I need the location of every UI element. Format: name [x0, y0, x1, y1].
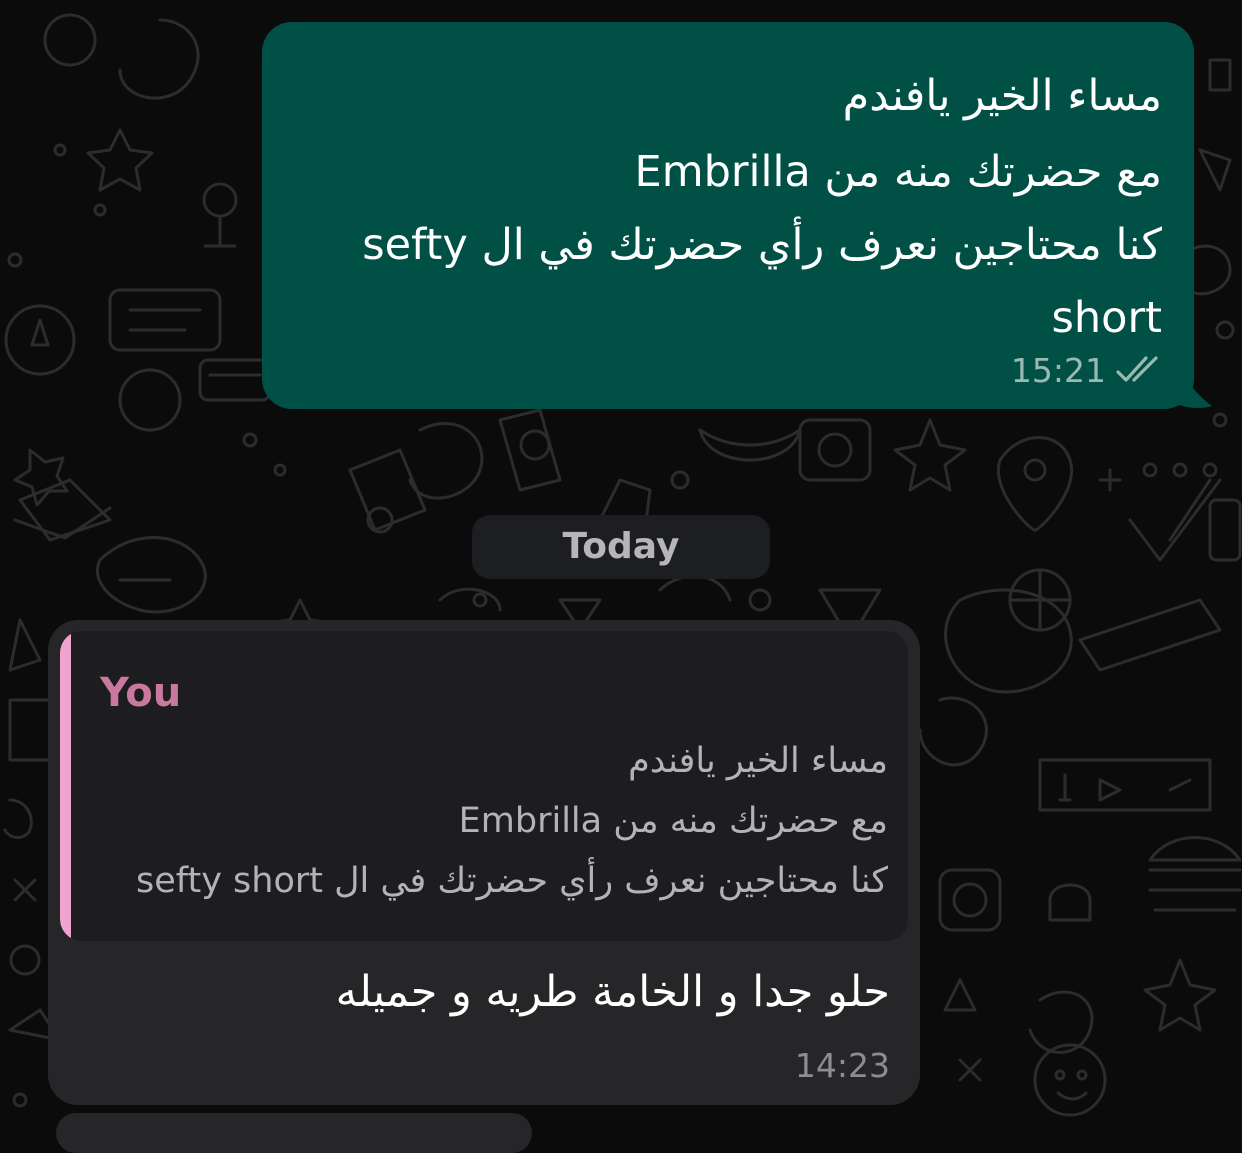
message-meta: 15:21 [1011, 348, 1164, 392]
double-check-icon [1116, 356, 1158, 382]
message-line: مساء الخير يافندم [842, 71, 1162, 121]
message-line: كنا محتاجين نعرف رأي حضرتك في ال sefty [362, 220, 1162, 270]
message-line: short [1051, 293, 1162, 343]
quoted-line: مع حضرتك منه من Embrilla [458, 801, 888, 841]
quoted-line: مساء الخير يافندم [628, 741, 888, 781]
next-message-bubble[interactable] [56, 1113, 532, 1153]
message-text: حلو جدا و الخامة طريه و جميله [335, 967, 890, 1017]
quoted-author: You [100, 670, 182, 716]
message-timestamp: 15:21 [1010, 350, 1106, 390]
outgoing-message-bubble[interactable]: مساء الخير يافندم مع حضرتك منه من Embril… [262, 22, 1194, 409]
message-line: مع حضرتك منه من Embrilla [634, 147, 1162, 197]
quote-accent-bar [60, 631, 71, 941]
message-timestamp: 14:23 [794, 1046, 890, 1085]
date-separator: Today [472, 515, 770, 579]
quoted-line: كنا محتاجين نعرف رأي حضرتك في ال sefty s… [136, 861, 888, 901]
quoted-message[interactable]: You مساء الخير يافندم مع حضرتك منه من Em… [60, 631, 908, 941]
